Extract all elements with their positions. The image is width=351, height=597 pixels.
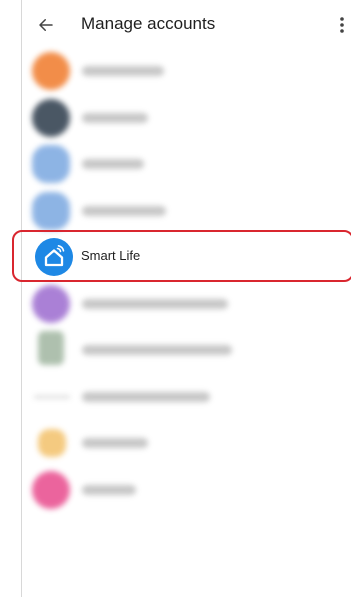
account-label: Smart Life (81, 248, 141, 263)
account-label-redacted (82, 484, 136, 495)
account-avatar (38, 429, 66, 457)
account-avatar (34, 395, 70, 398)
account-item[interactable] (22, 467, 351, 514)
account-item[interactable] (22, 420, 351, 467)
account-avatar (32, 284, 70, 323)
account-item[interactable] (22, 327, 351, 374)
account-avatar (32, 191, 70, 230)
smart-life-app-icon (35, 238, 73, 276)
account-label-redacted (82, 159, 144, 169)
account-avatar (32, 98, 70, 137)
account-item-smart-life[interactable]: Smart Life (12, 230, 351, 282)
arrow-left-icon (39, 19, 53, 31)
account-label-redacted (82, 345, 232, 355)
account-label-redacted (82, 391, 210, 402)
account-item[interactable] (22, 374, 351, 421)
app-bar: Manage accounts (22, 0, 351, 54)
account-label-redacted (82, 205, 166, 216)
account-label-redacted (82, 66, 164, 76)
account-item[interactable] (22, 188, 351, 235)
account-avatar (32, 470, 70, 509)
more-vertical-icon (340, 17, 344, 33)
account-label-redacted (82, 112, 148, 123)
account-avatar (32, 52, 70, 90)
smart-home-icon (44, 245, 65, 267)
account-item[interactable] (22, 281, 351, 328)
manage-accounts-screen: Manage accounts Smart Life (0, 0, 351, 597)
account-label-redacted (82, 438, 148, 448)
account-item[interactable] (22, 95, 351, 142)
page-title: Manage accounts (81, 14, 216, 33)
account-label-redacted (82, 298, 228, 309)
account-avatar (32, 145, 70, 183)
account-item[interactable] (22, 48, 351, 95)
accounts-list: Smart Life (12, 48, 351, 514)
back-button[interactable] (34, 13, 58, 37)
more-options-button[interactable] (335, 13, 349, 37)
account-item[interactable] (22, 141, 351, 188)
account-avatar (38, 331, 64, 365)
